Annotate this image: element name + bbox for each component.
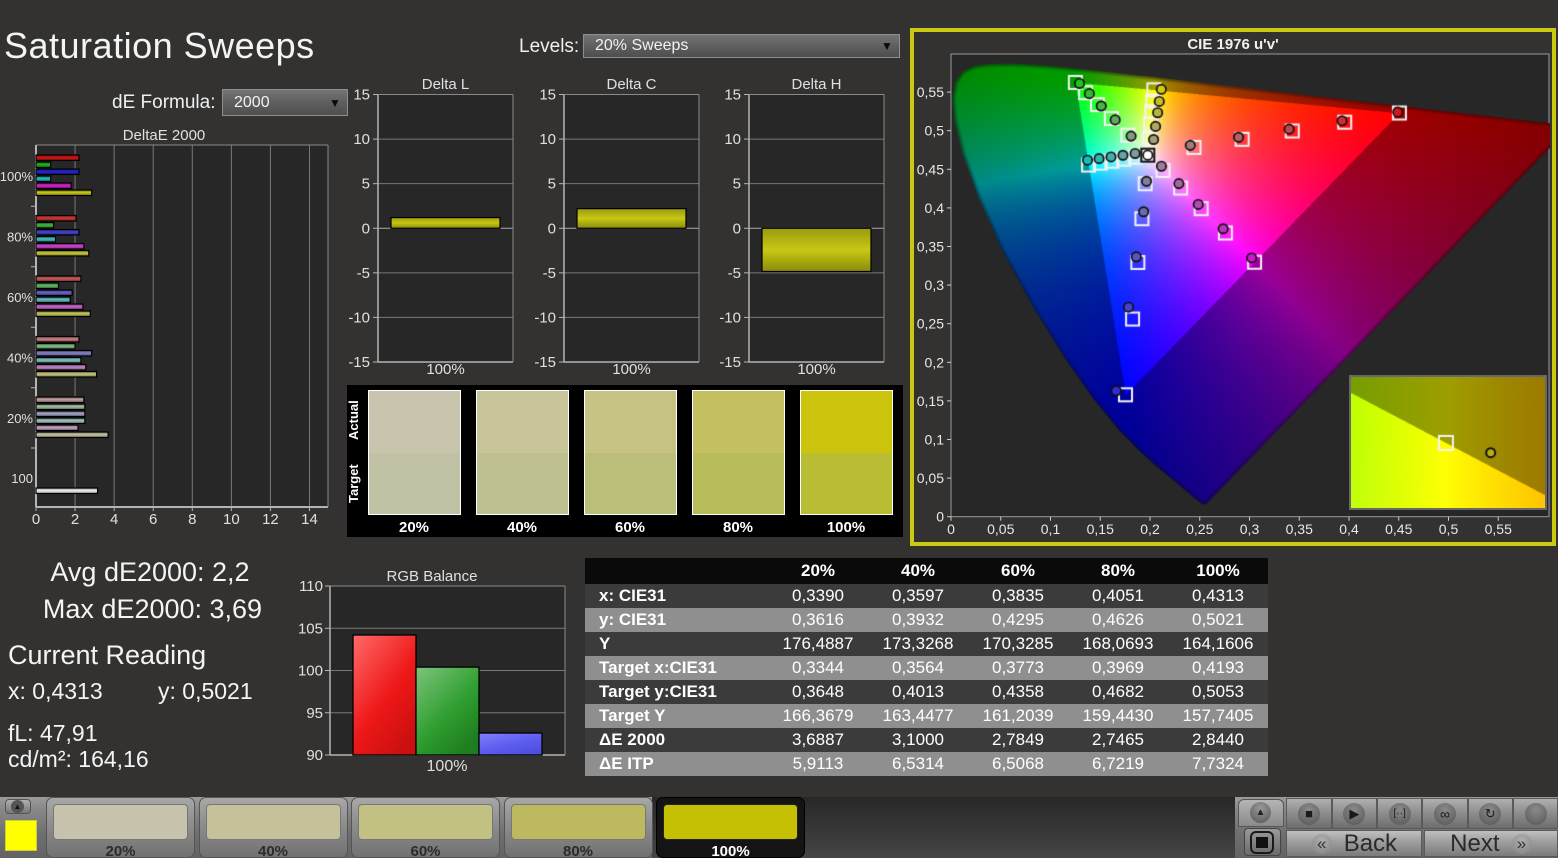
- svg-text:8: 8: [188, 511, 196, 528]
- svg-text:10: 10: [724, 131, 741, 148]
- svg-text:-5: -5: [357, 265, 370, 282]
- svg-text:100: 100: [11, 471, 33, 486]
- svg-text:6: 6: [149, 511, 157, 528]
- svg-text:20%: 20%: [7, 411, 33, 426]
- svg-text:0,4: 0,4: [1339, 521, 1359, 537]
- svg-text:0,55: 0,55: [1485, 521, 1512, 537]
- svg-text:12: 12: [262, 511, 279, 528]
- svg-text:0: 0: [733, 220, 741, 237]
- svg-text:80%: 80%: [7, 230, 33, 245]
- svg-text:10: 10: [539, 131, 556, 148]
- svg-text:100%: 100%: [427, 758, 468, 775]
- svg-text:-10: -10: [348, 309, 370, 326]
- svg-text:-10: -10: [719, 309, 741, 326]
- svg-text:5: 5: [548, 176, 556, 193]
- svg-text:-10: -10: [534, 309, 556, 326]
- svg-text:0,5: 0,5: [925, 123, 945, 139]
- svg-text:0,3: 0,3: [925, 277, 945, 293]
- svg-text:-15: -15: [534, 354, 556, 371]
- svg-text:0,4: 0,4: [925, 200, 945, 216]
- svg-text:15: 15: [539, 87, 556, 104]
- svg-text:15: 15: [724, 87, 741, 104]
- svg-text:Delta H: Delta H: [791, 76, 841, 93]
- svg-text:0,2: 0,2: [1140, 521, 1160, 537]
- svg-text:0,45: 0,45: [917, 161, 944, 177]
- svg-text:0: 0: [548, 220, 556, 237]
- svg-text:0: 0: [947, 521, 955, 537]
- svg-text:0,15: 0,15: [917, 393, 944, 409]
- svg-text:0,05: 0,05: [987, 521, 1014, 537]
- svg-text:5: 5: [362, 176, 370, 193]
- svg-text:60%: 60%: [7, 290, 33, 305]
- svg-text:5: 5: [733, 176, 741, 193]
- svg-text:0: 0: [32, 511, 40, 528]
- svg-text:0,05: 0,05: [917, 470, 944, 486]
- svg-text:-15: -15: [348, 354, 370, 371]
- svg-text:100: 100: [298, 663, 323, 680]
- svg-text:110: 110: [299, 578, 323, 595]
- svg-text:15: 15: [353, 87, 370, 104]
- svg-text:0,25: 0,25: [917, 316, 944, 332]
- svg-text:0,1: 0,1: [1041, 521, 1061, 537]
- svg-text:100%: 100%: [797, 361, 835, 378]
- svg-text:4: 4: [110, 511, 118, 528]
- svg-text:40%: 40%: [7, 351, 33, 366]
- svg-text:100%: 100%: [612, 361, 650, 378]
- svg-text:2: 2: [71, 511, 79, 528]
- svg-text:0,15: 0,15: [1087, 521, 1114, 537]
- svg-text:RGB Balance: RGB Balance: [387, 568, 478, 585]
- svg-text:0: 0: [362, 220, 370, 237]
- svg-text:0,5: 0,5: [1439, 521, 1459, 537]
- svg-text:95: 95: [306, 705, 323, 722]
- svg-text:14: 14: [301, 511, 318, 528]
- svg-text:DeltaE 2000: DeltaE 2000: [123, 127, 206, 144]
- svg-text:-15: -15: [719, 354, 741, 371]
- svg-text:0,45: 0,45: [1385, 521, 1412, 537]
- svg-text:0,35: 0,35: [1286, 521, 1313, 537]
- svg-text:90: 90: [306, 747, 323, 764]
- svg-text:10: 10: [353, 131, 370, 148]
- svg-text:0,2: 0,2: [925, 354, 945, 370]
- svg-text:0,25: 0,25: [1186, 521, 1213, 537]
- svg-text:0,1: 0,1: [925, 432, 945, 448]
- svg-text:10: 10: [223, 511, 240, 528]
- svg-text:0,3: 0,3: [1240, 521, 1260, 537]
- svg-text:100%: 100%: [0, 169, 33, 184]
- svg-text:-5: -5: [543, 265, 556, 282]
- svg-text:0,35: 0,35: [917, 239, 944, 255]
- svg-text:Delta C: Delta C: [606, 76, 656, 93]
- svg-text:Delta L: Delta L: [422, 76, 470, 93]
- svg-text:0: 0: [936, 509, 944, 525]
- svg-text:0,55: 0,55: [917, 84, 944, 100]
- svg-text:100%: 100%: [426, 361, 464, 378]
- svg-text:-5: -5: [728, 265, 741, 282]
